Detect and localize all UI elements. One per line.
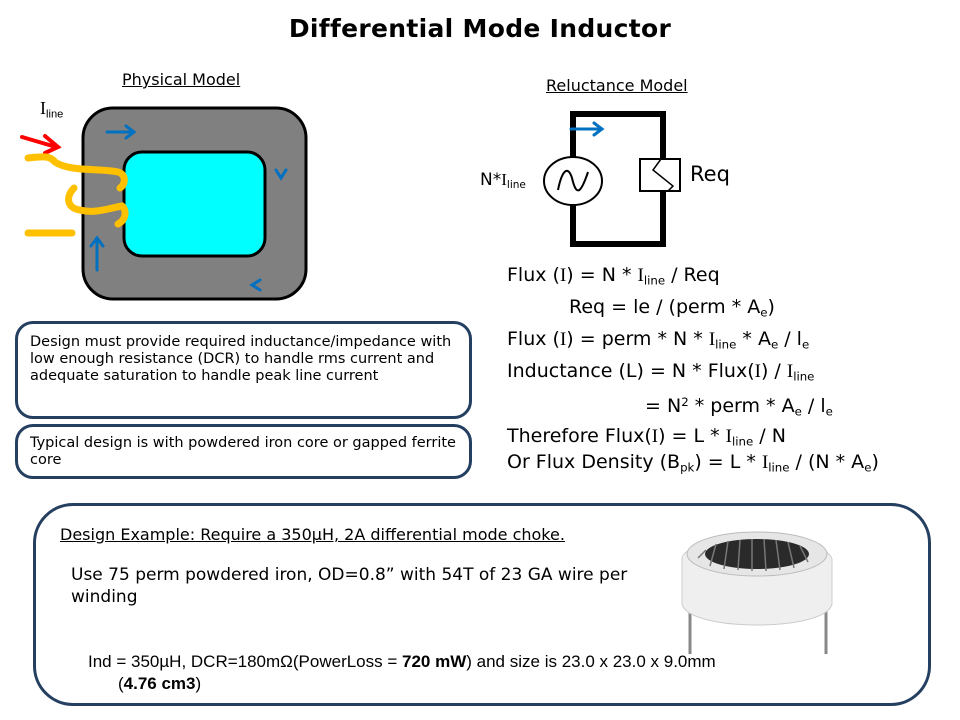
equation-therefore-flux: Therefore Flux(I) = L * Iline / N [507,425,786,449]
mmf-source-label: N*Iline [480,170,526,192]
volume-value: 4.76 cm3 [123,674,196,693]
design-example-box: Design Example: Require a 350µH, 2A diff… [33,503,931,706]
design-requirements-box: Design must provide required inductance/… [15,321,472,419]
design-example-result: Ind = 350µH, DCR=180mΩ(PowerLoss = 720 m… [88,652,716,693]
typical-design-box: Typical design is with powdered iron cor… [15,424,472,479]
equation-flux-density: Or Flux Density (Bpk) = L * Iline / (N *… [507,451,879,475]
equation-flux: Flux (I) = N * Iline / Req [507,264,720,288]
typical-design-text: Typical design is with powdered iron cor… [30,435,456,468]
design-example-title: Design Example: Require a 350µH, 2A diff… [60,525,565,544]
equation-req: Req = le / (perm * Ae) [569,296,775,320]
design-requirements-text: Design must provide required inductance/… [30,334,452,384]
toroid-inductor-image [681,531,833,654]
equation-inductance-n2: = N2 * perm * Ae / le [645,395,833,419]
reluctance-label: Req [690,162,730,186]
mmf-source-icon [543,156,603,206]
equation-flux-perm: Flux (I) = perm * N * Iline * Ae / le [507,328,810,352]
design-example-spec: Use 75 perm powdered iron, OD=0.8” with … [71,565,628,607]
power-loss-value: 720 mW [402,652,467,671]
reluctance-resistor-icon [639,158,681,192]
equation-inductance: Inductance (L) = N * Flux(I) / Iline [507,360,815,384]
